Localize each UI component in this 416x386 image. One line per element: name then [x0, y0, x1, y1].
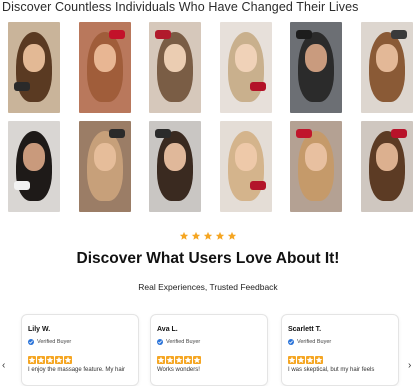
section-subheading: Real Experiences, Trusted Feedback: [138, 282, 278, 292]
star-icon: [191, 228, 201, 240]
review-card: Scarlett T. Verified Buyer I was skeptic…: [281, 314, 399, 386]
reviewer-name: Lily W.: [28, 326, 51, 333]
verified-label: Verified Buyer: [166, 339, 201, 345]
rating-stars: [0, 228, 416, 246]
section-heading: Discover What Users Love About It!: [76, 250, 340, 267]
star-icon: [297, 356, 305, 364]
gallery-title: Discover Countless Individuals Who Have …: [2, 0, 359, 14]
star-icon: [184, 356, 192, 364]
star-icon: [227, 228, 237, 240]
verified-badge: Verified Buyer: [28, 339, 71, 345]
video-thumbnail[interactable]: [149, 22, 201, 113]
video-thumbnail[interactable]: [361, 22, 413, 113]
star-icon: [37, 356, 45, 364]
reviewer-name: Scarlett T.: [288, 326, 322, 333]
review-text: I enjoy the massage feature. My hair: [28, 367, 126, 373]
check-icon: [28, 339, 34, 345]
check-icon: [288, 339, 294, 345]
verified-badge: Verified Buyer: [157, 339, 200, 345]
video-thumbnail[interactable]: [79, 121, 131, 212]
star-icon: [288, 356, 296, 364]
video-thumbnail[interactable]: [8, 121, 60, 212]
video-thumbnail[interactable]: [361, 121, 413, 212]
star-icon: [306, 356, 314, 364]
check-icon: [157, 339, 163, 345]
video-thumbnail[interactable]: [220, 22, 272, 113]
carousel-prev-button[interactable]: ‹: [2, 360, 5, 371]
video-thumbnail[interactable]: [149, 121, 201, 212]
review-text: I was skeptical, but my hair feels: [288, 367, 375, 373]
verified-label: Verified Buyer: [297, 339, 332, 345]
video-thumbnail[interactable]: [290, 22, 342, 113]
star-icon: [203, 228, 213, 240]
star-icon: [28, 356, 36, 364]
video-thumbnail[interactable]: [79, 22, 131, 113]
star-icon: [179, 228, 189, 240]
star-icon: [175, 356, 183, 364]
star-icon: [64, 356, 72, 364]
star-icon: [215, 228, 225, 240]
star-icon: [193, 356, 201, 364]
review-text: Works wonders!: [157, 367, 200, 373]
review-card: Ava L. Verified Buyer Works wonders!: [150, 314, 268, 386]
carousel-next-button[interactable]: ›: [408, 360, 411, 371]
video-thumbnail[interactable]: [8, 22, 60, 113]
video-thumbnail[interactable]: [290, 121, 342, 212]
star-icon: [55, 356, 63, 364]
star-icon: [166, 356, 174, 364]
star-icon: [315, 356, 323, 364]
verified-badge: Verified Buyer: [288, 339, 331, 345]
reviewer-name: Ava L.: [157, 326, 178, 333]
review-card: Lily W. Verified Buyer I enjoy the massa…: [21, 314, 139, 386]
video-thumbnail[interactable]: [220, 121, 272, 212]
star-icon: [46, 356, 54, 364]
star-icon: [157, 356, 165, 364]
verified-label: Verified Buyer: [37, 339, 72, 345]
